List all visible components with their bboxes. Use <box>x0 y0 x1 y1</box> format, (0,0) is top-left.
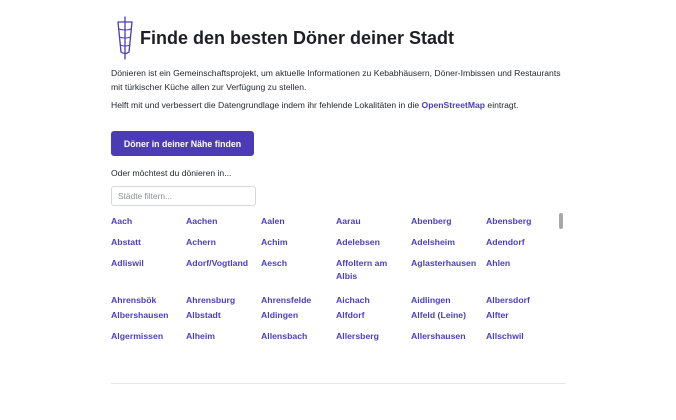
find-doner-nearby-button[interactable]: Döner in deiner Nähe finden <box>111 131 254 156</box>
city-link[interactable]: Albersdorf <box>486 294 558 307</box>
city-link[interactable]: Ahlen <box>486 257 558 270</box>
city-link[interactable]: Aach <box>111 215 183 228</box>
city-link[interactable]: Ahrensburg <box>186 294 258 307</box>
city-link[interactable]: Aachen <box>186 215 258 228</box>
city-link[interactable]: Abstatt <box>111 236 183 249</box>
city-prompt-label: Oder möchtest du dönieren in... <box>111 168 232 178</box>
help-text-before: Helft mit und verbessert die Datengrundl… <box>111 100 422 110</box>
city-link[interactable]: Albstadt <box>186 309 258 322</box>
city-link[interactable]: Achim <box>261 236 333 249</box>
city-list-scrollbar[interactable] <box>558 212 564 348</box>
city-link[interactable]: Adendorf <box>486 236 558 249</box>
help-text-after: eintragt. <box>485 100 519 110</box>
city-link[interactable]: Alfter <box>486 309 558 322</box>
city-link[interactable]: Algermissen <box>111 330 183 343</box>
city-link[interactable]: Aglasterhausen <box>411 257 483 270</box>
intro-text: Dönieren ist ein Gemeinschaftsprojekt, u… <box>111 68 561 92</box>
city-link[interactable]: Aichach <box>336 294 408 307</box>
city-link[interactable]: Affoltern am Albis <box>336 257 408 283</box>
city-link[interactable]: Alfdorf <box>336 309 408 322</box>
city-link[interactable]: Ahrensbök <box>111 294 183 307</box>
openstreetmap-link[interactable]: OpenStreetMap <box>422 100 486 110</box>
city-list[interactable]: Aach Aachen Aalen Aarau Abenberg Abensberg Abs… <box>111 210 566 350</box>
city-link[interactable]: Aldingen <box>261 309 333 322</box>
city-link[interactable]: Achern <box>186 236 258 249</box>
city-link[interactable]: Adliswil <box>111 257 183 270</box>
city-link[interactable]: Alfeld (Leine) <box>411 309 483 322</box>
city-filter-input[interactable] <box>111 186 256 206</box>
page-title: Finde den besten Döner deiner Stadt <box>140 28 455 48</box>
footer-divider <box>111 383 566 384</box>
city-link[interactable]: Ahrensfelde <box>261 294 333 307</box>
city-link[interactable]: Abensberg <box>486 215 558 228</box>
city-link[interactable]: Aarau <box>336 215 408 228</box>
city-link[interactable]: Adelebsen <box>336 236 408 249</box>
help-text: Helft mit und verbessert die Datengrundl… <box>111 98 566 112</box>
city-link[interactable]: Adorf/Vogtland <box>186 257 258 270</box>
city-link[interactable]: Aalen <box>261 215 333 228</box>
scrollbar-thumb[interactable] <box>559 213 563 229</box>
page: Finde den besten Döner deiner Stadt Döni… <box>111 0 566 420</box>
doner-skewer-icon <box>117 16 133 60</box>
city-link[interactable]: Aidlingen <box>411 294 483 307</box>
header: Finde den besten Döner deiner Stadt <box>111 16 566 64</box>
city-link[interactable]: Allschwil <box>486 330 558 343</box>
city-link[interactable]: Adelsheim <box>411 236 483 249</box>
city-link[interactable]: Abenberg <box>411 215 483 228</box>
city-link[interactable]: Aesch <box>261 257 333 270</box>
city-link[interactable]: Alheim <box>186 330 258 343</box>
city-link[interactable]: Allensbach <box>261 330 333 343</box>
city-link[interactable]: Allershausen <box>411 330 483 343</box>
city-link[interactable]: Allersberg <box>336 330 408 343</box>
city-link[interactable]: Albershausen <box>111 309 183 322</box>
